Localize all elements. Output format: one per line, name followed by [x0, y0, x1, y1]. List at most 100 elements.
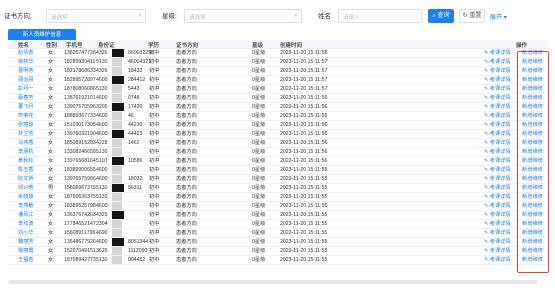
edit-link[interactable]: ✎ 考课详情: [484, 104, 511, 111]
col-id-card: 身份证: [98, 43, 115, 49]
cell-name[interactable]: 李燕敏: [18, 203, 34, 210]
cell-education: 初中: [149, 86, 160, 92]
edit-link[interactable]: ✎ 考课详情: [484, 77, 511, 84]
cell-name[interactable]: 李朋杭: [18, 149, 34, 156]
edit-link[interactable]: ✎ 考课详情: [484, 257, 511, 264]
edit-link[interactable]: ✎ 考课详情: [484, 176, 511, 183]
cell-id-card: 5130: [96, 149, 108, 155]
cell-id-card: 4600: [96, 203, 108, 209]
edit-link[interactable]: ✎ 考课详情: [484, 140, 511, 147]
cell-name[interactable]: 符荣花: [18, 113, 34, 120]
edit-link[interactable]: ✎ 考课详情: [484, 248, 511, 255]
name-input[interactable]: 请输入: [338, 9, 422, 23]
edit-link[interactable]: ✎ 考课详情: [484, 50, 511, 57]
edit-link[interactable]: ✎ 考课详情: [484, 149, 511, 156]
cell-name[interactable]: 柳林华: [18, 59, 34, 66]
cell-name[interactable]: 黄秋红: [18, 158, 34, 165]
redaction-mask: [112, 256, 122, 264]
cell-name[interactable]: 徐丽霞: [18, 248, 34, 255]
cell-cert-direction: 患者方向: [176, 212, 197, 218]
edit-link[interactable]: ✎ 考课详情: [484, 158, 511, 165]
edit-link[interactable]: ✎ 考课详情: [484, 194, 511, 201]
cell-id-card-suffix: 18432: [128, 68, 143, 74]
cell-name[interactable]: 刘小华: [18, 230, 34, 237]
cell-id-card: 4326: [96, 68, 108, 74]
cell-name[interactable]: 魏丽芳: [18, 239, 34, 246]
cell-name[interactable]: 邵治哥: [18, 77, 34, 84]
table-row: 符荣花 女 18889367733 4600 初中 患者方向 0星级 2023-11-20 1…: [8, 112, 548, 121]
cell-name[interactable]: 阮文娇: [18, 176, 34, 183]
cell-education: 初中: [149, 149, 160, 155]
edit-link[interactable]: ✎ 考课详情: [484, 212, 511, 219]
cell-created-at: 2023-11-20 15:11:56: [280, 149, 328, 155]
cell-name[interactable]: 王福杏: [18, 257, 34, 264]
cell-id-card: 4600: [96, 167, 108, 173]
edit-link[interactable]: ✎ 考课详情: [484, 239, 511, 246]
table-row: 赵爷香女 13826747728 4326 初中 患者方向 0星级 2023-11-20 1…: [8, 49, 548, 58]
edit-link[interactable]: ✎ 考课详情: [484, 230, 511, 237]
cell-cert-direction: 患者方向: [176, 77, 197, 83]
cell-gender: 女: [48, 95, 54, 101]
cell-id-card-suffix: 0748: [128, 95, 140, 101]
redaction-mask: [112, 85, 122, 93]
search-button[interactable]: ⌕ 查询: [428, 9, 454, 23]
cell-id-card: 4600: [96, 95, 108, 101]
cell-id-card-suffix: 10586: [128, 158, 143, 164]
cell-education: 初中: [149, 239, 160, 245]
cell-name[interactable]: 邓兴皓: [18, 185, 34, 192]
cell-name[interactable]: 曹明芳: [18, 68, 34, 75]
cell-name[interactable]: 林兰芳: [18, 131, 34, 138]
edit-link[interactable]: ✎ 考课详情: [484, 203, 511, 210]
cell-name[interactable]: 蔡春芳: [18, 95, 34, 102]
table-row: 李红波 女 17784652147 2304 初中 患者方向 0星级 2023-11-20 1…: [8, 220, 548, 229]
cell-education: 初中: [149, 131, 160, 137]
cell-level: 0星级: [252, 113, 266, 119]
cell-level: 0星级: [252, 122, 266, 128]
cell-gender: 女: [48, 176, 54, 182]
cell-name[interactable]: 董飞月: [18, 104, 34, 111]
edit-link[interactable]: ✎ 考课详情: [484, 167, 511, 174]
level-select[interactable]: 请选择 ▾: [184, 9, 302, 23]
cell-id-card: 3205: [96, 104, 108, 110]
edit-link[interactable]: ✎ 考课详情: [484, 86, 511, 93]
reset-button[interactable]: ↻ 重置: [459, 9, 485, 23]
redaction-mask: [112, 238, 124, 246]
edit-link[interactable]: ✎ 考课详情: [484, 122, 511, 129]
cert-direction-label: 证书方向:: [4, 13, 32, 20]
cell-name[interactable]: 赵爷香: [18, 50, 34, 57]
horizontal-scrollbar[interactable]: [8, 280, 538, 284]
cell-name[interactable]: 陈玉香: [18, 167, 34, 174]
expand-toggle[interactable]: 展开 ▾: [490, 12, 507, 21]
cell-level: 0星级: [252, 50, 266, 56]
cell-id-card-suffix: 1112090: [128, 248, 148, 254]
edit-link[interactable]: ✎ 考课详情: [484, 59, 511, 66]
cell-name[interactable]: 潘风江: [18, 212, 34, 219]
redaction-mask: [112, 148, 122, 156]
cell-phone: 15207049151: [64, 248, 96, 254]
edit-link[interactable]: ✎ 考课详情: [484, 95, 511, 102]
cell-name[interactable]: 张丽琼: [18, 122, 34, 129]
cell-name[interactable]: 彭月一: [18, 86, 34, 93]
table-row: 黄秋红 女 13976568164 5110 初中 患者方向 0星级 2023-11-20 1…: [8, 157, 548, 166]
cell-name[interactable]: 李红波: [18, 221, 34, 228]
cell-name[interactable]: 余晓慧: [18, 194, 34, 201]
cell-level: 0星级: [252, 167, 266, 173]
edit-link[interactable]: ✎ 考课详情: [484, 113, 511, 120]
cell-cert-direction: 患者方向: [176, 59, 197, 65]
reset-icon: ↻: [462, 13, 468, 19]
cell-level: 0星级: [252, 86, 266, 92]
table-row: 刘小华 女 15608911796 4690 初中 患者方向 0星级 2023-11-20 1…: [8, 229, 548, 238]
edit-link[interactable]: ✎ 考课详情: [484, 68, 511, 75]
table-footer: [0, 276, 555, 290]
cell-phone: 15608911796: [64, 230, 96, 236]
cell-gender: 女: [48, 68, 54, 74]
edit-link[interactable]: ✎ 考课详情: [484, 221, 511, 228]
cell-id-card: 4600: [96, 77, 108, 83]
edit-link[interactable]: ✎ 考课详情: [484, 185, 511, 192]
cert-direction-select[interactable]: 请选择 ▾: [46, 9, 146, 23]
cell-id-card-suffix: 18032: [128, 176, 143, 182]
cell-created-at: 2023-11-20 15:11:55: [280, 176, 328, 182]
cell-name[interactable]: 马伟香: [18, 140, 34, 147]
edit-link[interactable]: ✎ 考课详情: [484, 131, 511, 138]
cell-gender: 女: [48, 86, 54, 92]
